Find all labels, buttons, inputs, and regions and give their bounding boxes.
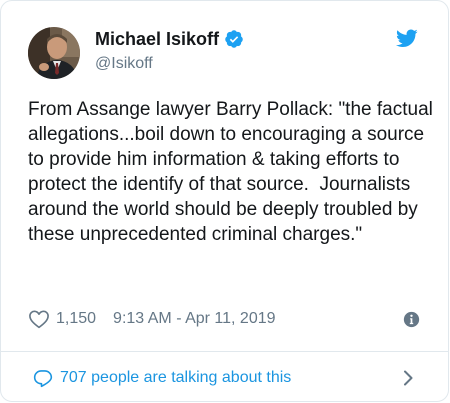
- heart-icon[interactable]: [28, 309, 50, 329]
- twitter-bird-icon[interactable]: [396, 29, 418, 48]
- verified-badge-icon: [225, 30, 243, 48]
- chevron-right-icon[interactable]: [403, 370, 413, 386]
- tweet-header: Michael Isikoff @Isikoff: [28, 27, 422, 79]
- embedded-tweet-card: Michael Isikoff @Isikoff From Assange la…: [0, 0, 449, 402]
- tweet-meta: 1,150 9:13 AM - Apr 11, 2019: [28, 307, 420, 331]
- avatar-image: [28, 27, 80, 79]
- tweet-text: From Assange lawyer Barry Pollack: "the …: [28, 99, 439, 245]
- info-icon[interactable]: [403, 311, 420, 328]
- author-handle[interactable]: @Isikoff: [95, 54, 244, 74]
- tweet-timestamp[interactable]: 9:13 AM - Apr 11, 2019: [113, 310, 275, 328]
- author-names: Michael Isikoff @Isikoff: [95, 28, 244, 74]
- divider: [1, 351, 448, 352]
- display-name[interactable]: Michael Isikoff: [95, 28, 219, 50]
- display-name-row: Michael Isikoff: [95, 28, 244, 50]
- speech-bubble-icon: [33, 370, 53, 388]
- like-count[interactable]: 1,150: [56, 310, 96, 328]
- conversation-label[interactable]: 707 people are talking about this: [60, 369, 291, 387]
- conversation-link[interactable]: 707 people are talking about this: [33, 365, 413, 391]
- avatar[interactable]: [28, 27, 80, 79]
